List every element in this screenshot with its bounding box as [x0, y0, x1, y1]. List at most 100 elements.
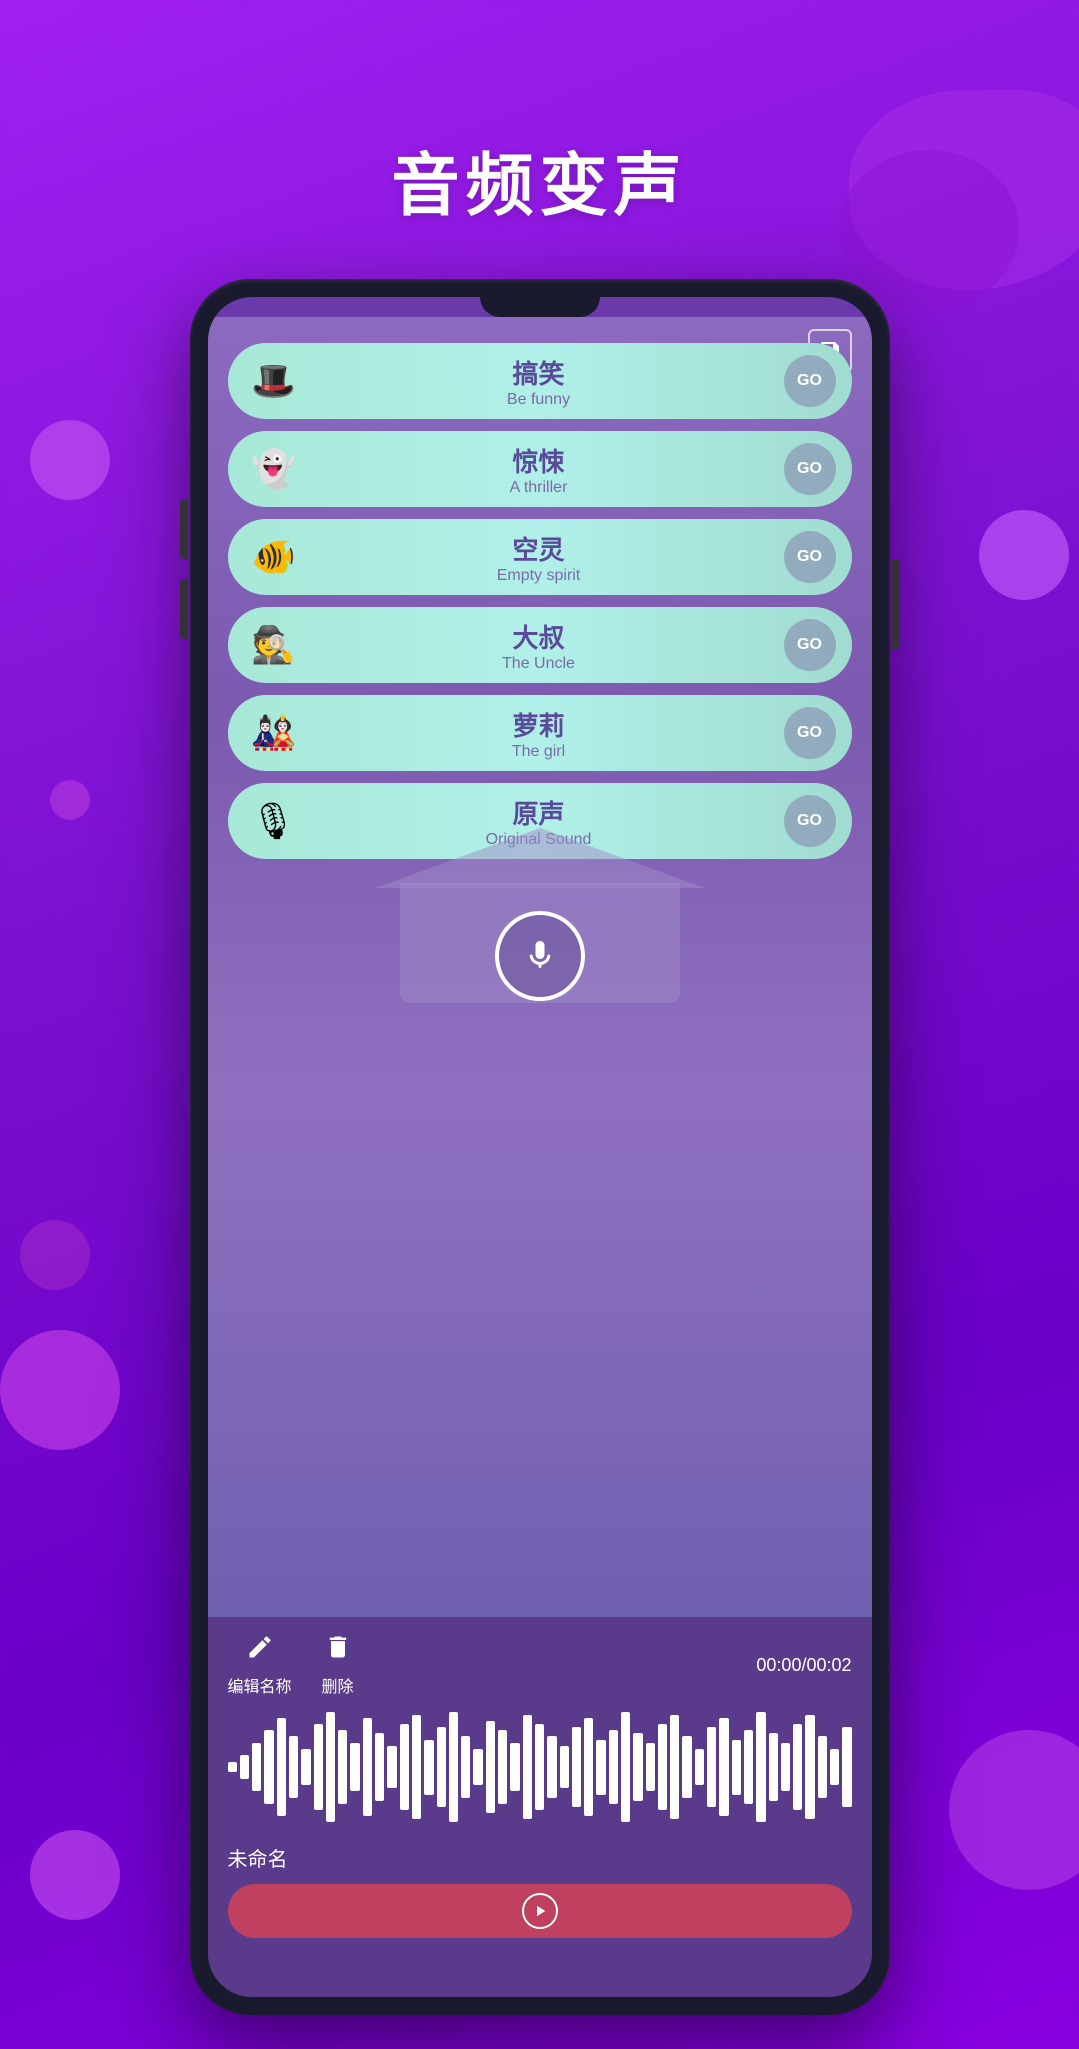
- wave-bar: [535, 1724, 544, 1810]
- wave-bar: [387, 1746, 396, 1789]
- wave-bar: [277, 1718, 286, 1816]
- wave-bar: [818, 1736, 827, 1797]
- wave-bar: [744, 1730, 753, 1803]
- effect-en-funny: Be funny: [304, 391, 774, 409]
- wave-bar: [486, 1721, 495, 1813]
- effect-item-thriller[interactable]: 👻惊悚A thrillerGO: [228, 431, 852, 507]
- edit-icon: [246, 1633, 274, 1669]
- wave-bar: [338, 1730, 347, 1803]
- effect-cn-funny: 搞笑: [304, 354, 774, 391]
- screen-content: 保存 🎩搞笑Be funnyGO👻惊悚A thrillerGO🐠空灵Empty …: [208, 317, 872, 1617]
- effects-list: 🎩搞笑Be funnyGO👻惊悚A thrillerGO🐠空灵Empty spi…: [228, 343, 852, 859]
- wave-bar: [240, 1755, 249, 1779]
- mic-area: [228, 873, 852, 1003]
- effect-icon-empty-spirit: 🐠: [244, 527, 304, 587]
- go-button-girl[interactable]: GO: [784, 707, 836, 759]
- effect-item-empty-spirit[interactable]: 🐠空灵Empty spirit GO: [228, 519, 852, 595]
- wave-bar: [596, 1740, 605, 1795]
- wave-bar: [350, 1743, 359, 1792]
- wave-bar: [793, 1724, 802, 1810]
- wave-bar: [633, 1733, 642, 1800]
- wave-bar: [695, 1749, 704, 1786]
- wave-bar: [830, 1749, 839, 1786]
- wave-bar: [658, 1724, 667, 1810]
- go-button-thriller[interactable]: GO: [784, 443, 836, 495]
- wave-bar: [228, 1762, 237, 1772]
- phone-frame: 保存 🎩搞笑Be funnyGO👻惊悚A thrillerGO🐠空灵Empty …: [190, 279, 890, 2015]
- effect-item-girl[interactable]: 🎎萝莉The girlGO: [228, 695, 852, 771]
- wave-bar: [412, 1715, 421, 1819]
- effect-text-uncle: 大叔The Uncle: [304, 618, 774, 673]
- go-button-original[interactable]: GO: [784, 795, 836, 847]
- effect-icon-original: 🎙: [244, 791, 304, 851]
- effect-text-thriller: 惊悚A thriller: [304, 442, 774, 497]
- effect-cn-uncle: 大叔: [304, 618, 774, 655]
- wave-bar: [547, 1736, 556, 1797]
- wave-bar: [326, 1712, 335, 1822]
- effect-icon-girl: 🎎: [244, 703, 304, 763]
- wave-bar: [252, 1743, 261, 1792]
- wave-bar: [621, 1712, 630, 1822]
- effect-en-empty-spirit: Empty spirit: [304, 567, 774, 585]
- effect-text-girl: 萝莉The girl: [304, 706, 774, 761]
- wave-bar: [609, 1730, 618, 1803]
- effect-en-uncle: The Uncle: [304, 655, 774, 673]
- bg-blob-7: [30, 1830, 120, 1920]
- wave-bar: [498, 1730, 507, 1803]
- mic-button[interactable]: [495, 911, 585, 1001]
- action-row: 编辑名称 删除 00:00/00:02: [228, 1633, 852, 1697]
- wave-bar: [756, 1712, 765, 1822]
- edit-label: 编辑名称: [228, 1673, 292, 1697]
- side-btn-volume-up: [180, 499, 188, 559]
- bg-blob-8: [979, 510, 1069, 600]
- go-button-funny[interactable]: GO: [784, 355, 836, 407]
- side-btn-volume-down: [180, 579, 188, 639]
- wave-bar: [646, 1743, 655, 1792]
- wave-bar: [363, 1718, 372, 1816]
- effect-cn-original: 原声: [304, 794, 774, 831]
- wave-bar: [769, 1733, 778, 1800]
- wave-bar: [523, 1715, 532, 1819]
- wave-bar: [424, 1740, 433, 1795]
- play-button[interactable]: [522, 1893, 558, 1929]
- delete-icon: [324, 1633, 352, 1669]
- edit-name-button[interactable]: 编辑名称: [228, 1633, 292, 1697]
- timestamp: 00:00/00:02: [756, 1655, 851, 1676]
- phone-notch: [480, 297, 600, 317]
- go-button-uncle[interactable]: GO: [784, 619, 836, 671]
- wave-bar: [510, 1743, 519, 1792]
- wave-bar: [473, 1749, 482, 1786]
- effect-text-funny: 搞笑Be funny: [304, 354, 774, 409]
- bg-blob-4: [50, 780, 90, 820]
- wave-bar: [682, 1736, 691, 1797]
- wave-bar: [301, 1749, 310, 1786]
- house-roof: [375, 828, 705, 888]
- effect-item-funny[interactable]: 🎩搞笑Be funnyGO: [228, 343, 852, 419]
- wave-bar: [805, 1715, 814, 1819]
- wave-bar: [732, 1740, 741, 1795]
- effect-cn-empty-spirit: 空灵: [304, 530, 774, 567]
- wave-bar: [400, 1724, 409, 1810]
- effect-icon-funny: 🎩: [244, 351, 304, 411]
- wave-bar: [461, 1736, 470, 1797]
- wave-bar: [264, 1730, 273, 1803]
- wave-bar: [314, 1724, 323, 1810]
- filename: 未命名: [228, 1843, 852, 1872]
- wave-bar: [707, 1727, 716, 1806]
- wave-bar: [781, 1743, 790, 1792]
- play-bar[interactable]: [228, 1884, 852, 1938]
- wave-bar: [437, 1727, 446, 1806]
- wave-bar: [670, 1715, 679, 1819]
- side-btn-power: [892, 559, 900, 649]
- effect-icon-thriller: 👻: [244, 439, 304, 499]
- effect-item-uncle[interactable]: 🕵大叔The UncleGO: [228, 607, 852, 683]
- wave-bar: [289, 1736, 298, 1797]
- phone-screen: 保存 🎩搞笑Be funnyGO👻惊悚A thrillerGO🐠空灵Empty …: [208, 297, 872, 1997]
- effect-cn-thriller: 惊悚: [304, 442, 774, 479]
- bottom-controls: 编辑名称 删除 00:00/00:02 未命名: [208, 1617, 872, 1997]
- go-button-empty-spirit[interactable]: GO: [784, 531, 836, 583]
- delete-button[interactable]: 删除: [322, 1633, 354, 1697]
- wave-bar: [375, 1733, 384, 1800]
- wave-bar: [572, 1727, 581, 1806]
- wave-bar: [584, 1718, 593, 1816]
